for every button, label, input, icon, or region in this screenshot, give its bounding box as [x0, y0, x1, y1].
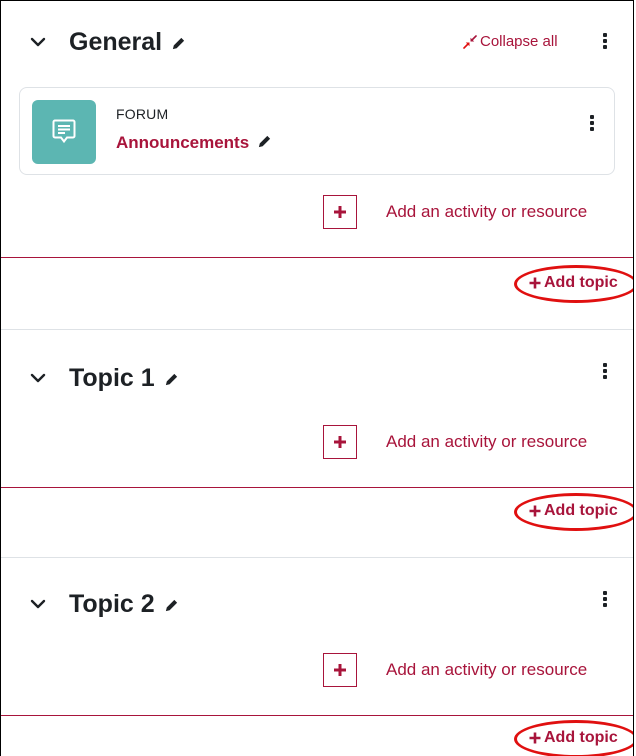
section-menu-kebab-icon[interactable]: [602, 33, 608, 49]
add-activity-label: Add an activity or resource: [386, 432, 588, 451]
chevron-down-icon[interactable]: [29, 33, 47, 51]
collapse-all-link[interactable]: Collapse all: [463, 33, 558, 50]
section-divider: [1, 715, 633, 716]
add-topic-button[interactable]: Add topic: [529, 274, 618, 292]
section-separator: [1, 557, 633, 558]
activity-menu-kebab-icon[interactable]: [589, 115, 595, 131]
add-activity-label: Add an activity or resource: [386, 202, 588, 221]
add-topic-label: Add topic: [544, 274, 618, 291]
course-page: General Collapse all FORUM Announcements…: [0, 0, 634, 756]
forum-chat-icon: [32, 100, 96, 164]
add-activity-label: Add an activity or resource: [386, 660, 588, 679]
pencil-icon[interactable]: [257, 134, 272, 149]
add-activity-plus-box: [323, 653, 357, 687]
section-topic-1-header: Topic 1: [1, 359, 633, 399]
add-activity-plus-box: [323, 195, 357, 229]
add-topic-button[interactable]: Add topic: [529, 729, 618, 747]
section-separator: [1, 329, 633, 330]
add-topic-button[interactable]: Add topic: [529, 502, 618, 520]
add-activity-button[interactable]: Add an activity or resource: [323, 195, 587, 229]
section-topic-2: Topic 2 Add an activity or resource Add …: [1, 559, 633, 756]
activity-type-label: FORUM: [116, 106, 169, 122]
chevron-down-icon[interactable]: [29, 595, 47, 613]
pencil-icon[interactable]: [164, 372, 179, 387]
section-divider: [1, 487, 633, 488]
section-topic-1: Topic 1 Add an activity or resource Add …: [1, 331, 633, 559]
plus-icon: [334, 206, 346, 218]
section-title-text: Topic 2: [69, 590, 155, 618]
section-menu-kebab-icon[interactable]: [602, 363, 608, 379]
plus-icon: [529, 277, 541, 289]
section-divider: [1, 257, 633, 258]
section-title[interactable]: Topic 2: [69, 589, 179, 619]
collapse-arrows-icon: [463, 34, 477, 49]
pencil-icon[interactable]: [171, 36, 186, 51]
add-topic-label: Add topic: [544, 502, 618, 519]
section-general: General Collapse all FORUM Announcements…: [1, 1, 633, 331]
section-menu-kebab-icon[interactable]: [602, 591, 608, 607]
add-activity-plus-box: [323, 425, 357, 459]
section-title[interactable]: General: [69, 27, 186, 57]
pencil-icon[interactable]: [164, 598, 179, 613]
activity-card-forum: FORUM Announcements: [19, 87, 615, 175]
section-title[interactable]: Topic 1: [69, 363, 179, 393]
plus-icon: [334, 436, 346, 448]
section-title-text: Topic 1: [69, 364, 155, 392]
chevron-down-icon[interactable]: [29, 369, 47, 387]
activity-name-text: Announcements: [116, 133, 250, 152]
add-activity-button[interactable]: Add an activity or resource: [323, 425, 587, 459]
plus-icon: [529, 505, 541, 517]
add-activity-button[interactable]: Add an activity or resource: [323, 653, 587, 687]
plus-icon: [529, 732, 541, 744]
activity-name-link[interactable]: Announcements: [116, 133, 272, 153]
collapse-all-label: Collapse all: [480, 33, 558, 50]
plus-icon: [334, 664, 346, 676]
section-topic-2-header: Topic 2: [1, 585, 633, 625]
section-title-text: General: [69, 28, 163, 56]
add-topic-label: Add topic: [544, 729, 618, 746]
